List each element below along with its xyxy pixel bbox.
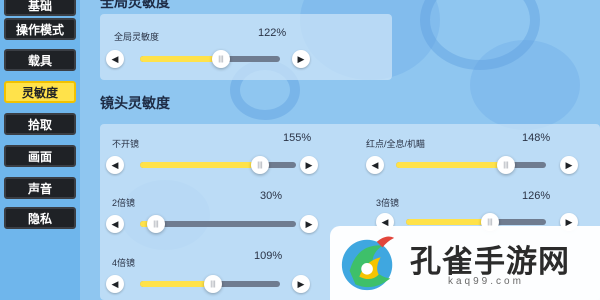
sidebar-item-basic[interactable]: 基础 bbox=[4, 0, 76, 16]
slider-label: 不开镜 bbox=[112, 139, 140, 149]
slider-value: 109% bbox=[254, 250, 283, 262]
sidebar-item-controls[interactable]: 操作模式 bbox=[4, 18, 76, 40]
slider-fill bbox=[140, 162, 260, 168]
increase-button[interactable]: ▶ bbox=[292, 275, 310, 293]
global-section-title: 全局灵敏度 bbox=[100, 0, 170, 10]
no-scope-slider-track[interactable] bbox=[140, 162, 296, 168]
slider-label: 3倍镜 bbox=[376, 198, 400, 208]
decrease-button[interactable]: ◀ bbox=[106, 156, 124, 174]
increase-button[interactable]: ▶ bbox=[300, 215, 318, 233]
slider-value: 30% bbox=[260, 190, 283, 202]
slider-value: 155% bbox=[283, 132, 312, 144]
x3-scope-slider-track[interactable] bbox=[406, 219, 546, 225]
slider-value: 148% bbox=[522, 132, 551, 144]
slider-thumb[interactable]: ||| bbox=[251, 156, 269, 174]
watermark-url: kaq99.com bbox=[448, 276, 524, 287]
decrease-button[interactable]: ◀ bbox=[366, 156, 384, 174]
peacock-logo-icon bbox=[341, 236, 395, 291]
global-slider-track[interactable] bbox=[140, 56, 280, 62]
slider-value: 122% bbox=[258, 27, 287, 39]
slider-fill bbox=[396, 162, 506, 168]
sidebar-item-sound[interactable]: 声音 bbox=[4, 177, 76, 199]
slider-label: 全局灵敏度 bbox=[114, 32, 160, 42]
sidebar-item-privacy[interactable]: 隐私 bbox=[4, 207, 76, 229]
decrease-button[interactable]: ◀ bbox=[106, 215, 124, 233]
slider-fill bbox=[140, 281, 213, 287]
sidebar-item-pickup[interactable]: 拾取 bbox=[4, 113, 76, 135]
lens-section-title: 镜头灵敏度 bbox=[100, 95, 170, 111]
slider-thumb[interactable]: ||| bbox=[212, 50, 230, 68]
decrease-button[interactable]: ◀ bbox=[106, 275, 124, 293]
slider-thumb[interactable]: ||| bbox=[497, 156, 515, 174]
slider-thumb[interactable]: ||| bbox=[147, 215, 165, 233]
sidebar-item-vehicle[interactable]: 载具 bbox=[4, 49, 76, 71]
watermark-title: 孔雀手游网 bbox=[410, 244, 570, 280]
slider-value: 126% bbox=[522, 190, 551, 202]
slider-label: 红点/全息/机瞄 bbox=[366, 139, 426, 149]
slider-thumb[interactable]: ||| bbox=[204, 275, 222, 293]
increase-button[interactable]: ▶ bbox=[300, 156, 318, 174]
slider-fill bbox=[140, 56, 221, 62]
watermark: 孔雀手游网 kaq99.com bbox=[330, 226, 600, 300]
sidebar-item-graphics[interactable]: 画面 bbox=[4, 145, 76, 167]
increase-button[interactable]: ▶ bbox=[560, 156, 578, 174]
slider-label: 4倍镜 bbox=[112, 258, 136, 268]
settings-sidebar: 基础 操作模式 载具 灵敏度 拾取 画面 声音 隐私 bbox=[0, 0, 80, 300]
decrease-button[interactable]: ◀ bbox=[106, 50, 124, 68]
red-dot-slider-track[interactable] bbox=[396, 162, 546, 168]
slider-fill bbox=[406, 219, 490, 225]
slider-label: 2倍镜 bbox=[112, 198, 136, 208]
global-sensitivity-card bbox=[100, 14, 392, 80]
sidebar-item-sensitivity[interactable]: 灵敏度 bbox=[4, 81, 76, 103]
increase-button[interactable]: ▶ bbox=[292, 50, 310, 68]
